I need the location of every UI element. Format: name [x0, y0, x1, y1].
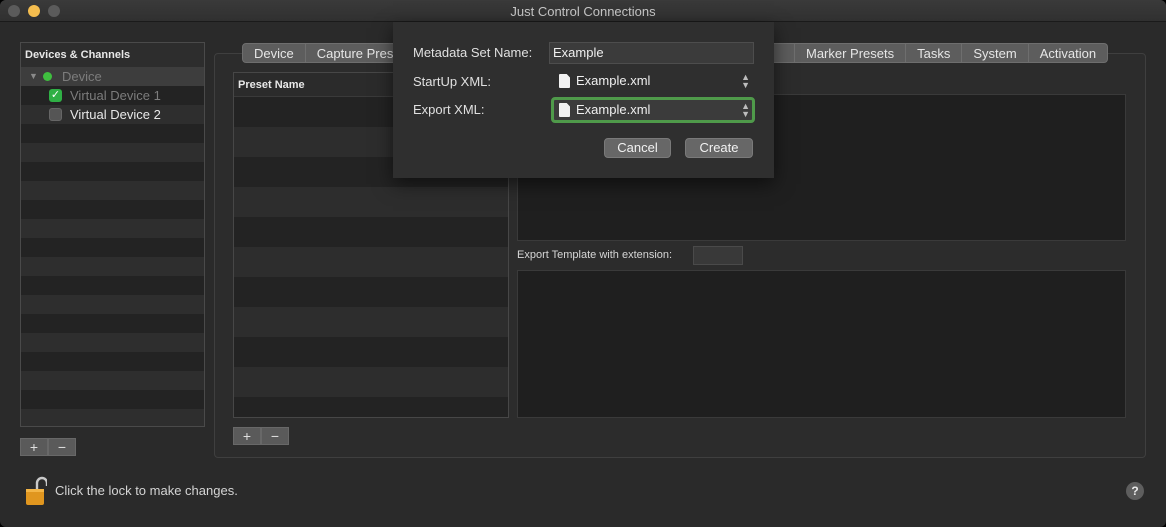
startup-xml-label: StartUp XML: — [413, 74, 492, 89]
new-metadata-set-sheet: Metadata Set Name: Example StartUp XML: … — [393, 22, 774, 178]
sidebar-item-device[interactable]: ▼ Device — [21, 67, 204, 86]
list-item — [21, 314, 204, 333]
add-preset-button[interactable]: + — [233, 427, 261, 445]
sidebar-add-remove: + − — [20, 438, 76, 456]
list-item — [21, 143, 204, 162]
tab-marker-presets[interactable]: Marker Presets — [795, 43, 907, 63]
create-button[interactable]: Create — [685, 138, 753, 158]
cancel-button[interactable]: Cancel — [604, 138, 671, 158]
enable-checkbox[interactable]: ✓ — [49, 89, 62, 102]
tab-system[interactable]: System — [962, 43, 1029, 63]
lock-message: Click the lock to make changes. — [55, 483, 238, 498]
enable-checkbox[interactable] — [49, 108, 62, 121]
metadata-set-name-label: Metadata Set Name: — [413, 45, 533, 60]
list-item — [21, 371, 204, 390]
title-bar: Just Control Connections — [0, 0, 1166, 22]
export-template-label: Export Template with extension: — [517, 249, 673, 261]
table-row[interactable] — [234, 307, 508, 337]
app-window: Just Control Connections Devices & Chann… — [0, 0, 1166, 527]
remove-device-button[interactable]: − — [48, 438, 76, 456]
status-online-icon — [43, 72, 52, 81]
table-row[interactable] — [234, 247, 508, 277]
sidebar-item-virtual-device-1[interactable]: ✓ Virtual Device 1 — [21, 86, 204, 105]
tab-device[interactable]: Device — [242, 43, 306, 63]
list-item — [21, 257, 204, 276]
chevron-up-down-icon: ▲ ▼ — [741, 101, 750, 119]
list-item — [21, 390, 204, 409]
list-item — [21, 162, 204, 181]
sidebar-item-virtual-device-2[interactable]: Virtual Device 2 — [21, 105, 204, 124]
sidebar-item-label: Device — [62, 69, 102, 84]
metadata-set-name-field[interactable]: Example — [549, 42, 754, 64]
list-item — [21, 333, 204, 352]
list-item — [21, 200, 204, 219]
export-xml-popup[interactable]: Example.xml ▲ ▼ — [551, 97, 755, 123]
table-row[interactable] — [234, 397, 508, 417]
preset-add-remove: + − — [233, 427, 289, 445]
devices-channels-header: Devices & Channels — [21, 43, 204, 67]
export-template-editor[interactable] — [517, 270, 1126, 418]
help-button[interactable]: ? — [1126, 482, 1144, 500]
list-item — [21, 238, 204, 257]
list-item — [21, 124, 204, 143]
table-row[interactable] — [234, 367, 508, 397]
table-row[interactable] — [234, 187, 508, 217]
chevron-up-down-icon: ▲ ▼ — [741, 72, 750, 90]
table-row[interactable] — [234, 217, 508, 247]
list-item — [21, 181, 204, 200]
startup-xml-popup[interactable]: Example.xml ▲ ▼ — [549, 70, 754, 92]
tab-activation[interactable]: Activation — [1028, 43, 1109, 63]
sidebar-item-label: Virtual Device 1 — [70, 88, 161, 103]
list-item — [21, 352, 204, 371]
document-icon — [559, 74, 570, 88]
window-title: Just Control Connections — [510, 4, 656, 19]
document-icon — [559, 103, 570, 117]
export-xml-value: Example.xml — [576, 102, 651, 117]
list-item — [21, 295, 204, 314]
add-device-button[interactable]: + — [20, 438, 48, 456]
list-item — [21, 276, 204, 295]
unlocked-padlock-icon[interactable] — [25, 476, 47, 506]
remove-preset-button[interactable]: − — [261, 427, 289, 445]
template-extension-field[interactable] — [693, 246, 743, 265]
tab-tasks[interactable]: Tasks — [906, 43, 963, 63]
sidebar-rows: ▼ Device ✓ Virtual Device 1 Virtual Devi… — [21, 67, 204, 426]
tab-bar-right: ts Marker Presets Tasks System Activatio… — [758, 43, 1109, 63]
disclosure-triangle-icon[interactable]: ▼ — [29, 67, 38, 86]
startup-xml-value: Example.xml — [576, 73, 651, 88]
export-xml-label: Export XML: — [413, 102, 485, 117]
sidebar-item-label: Virtual Device 2 — [70, 107, 161, 122]
table-row[interactable] — [234, 337, 508, 367]
devices-channels-list[interactable]: Devices & Channels ▼ Device ✓ Virtual De… — [20, 42, 205, 427]
list-item — [21, 409, 204, 426]
list-item — [21, 219, 204, 238]
table-row[interactable] — [234, 277, 508, 307]
